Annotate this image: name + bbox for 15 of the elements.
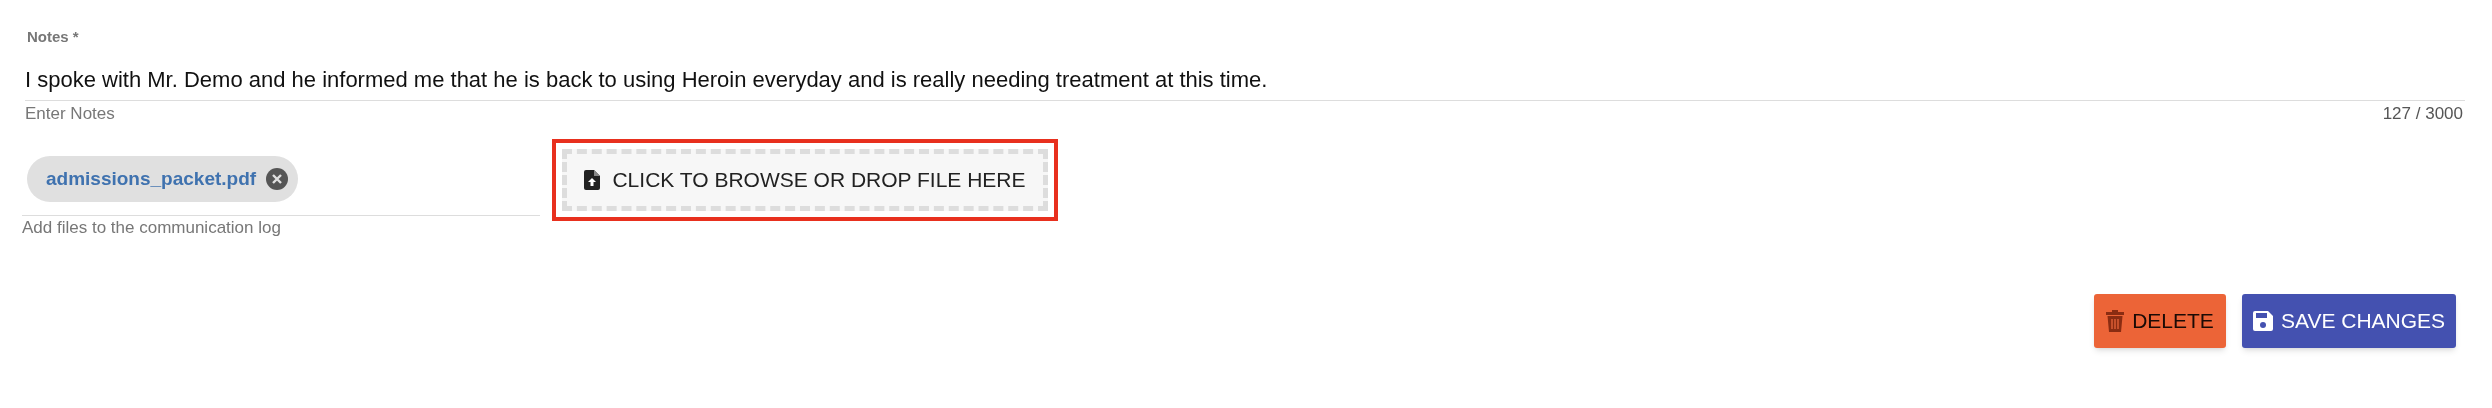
character-counter: 127 / 3000 [2382,104,2463,124]
helper-text: Enter Notes [25,104,115,124]
file-upload-icon [584,170,601,190]
save-icon [2252,311,2273,331]
helper-text: Add files to the communication log [22,218,282,238]
notes-input[interactable]: I spoke with Mr. Demo and he informed me that he is back to using Heroin everyday and is really needing treatment at this time. [25,66,2465,101]
file-name: admissions_packet.pdf [46,166,257,191]
remove-icon[interactable] [266,168,289,190]
trash-icon [2106,310,2125,332]
file-chip[interactable]: admissions_packet.pdf [27,156,299,202]
save-button[interactable]: SAVE CHANGES [2242,294,2456,348]
file-dropzone[interactable]: CLICK TO BROWSE OR DROP FILE HERE [552,139,1058,221]
delete-button[interactable]: DELETE [2094,294,2226,348]
field-label: Notes * [27,28,80,46]
dropzone-label: CLICK TO BROWSE OR DROP FILE HERE [612,167,1026,194]
